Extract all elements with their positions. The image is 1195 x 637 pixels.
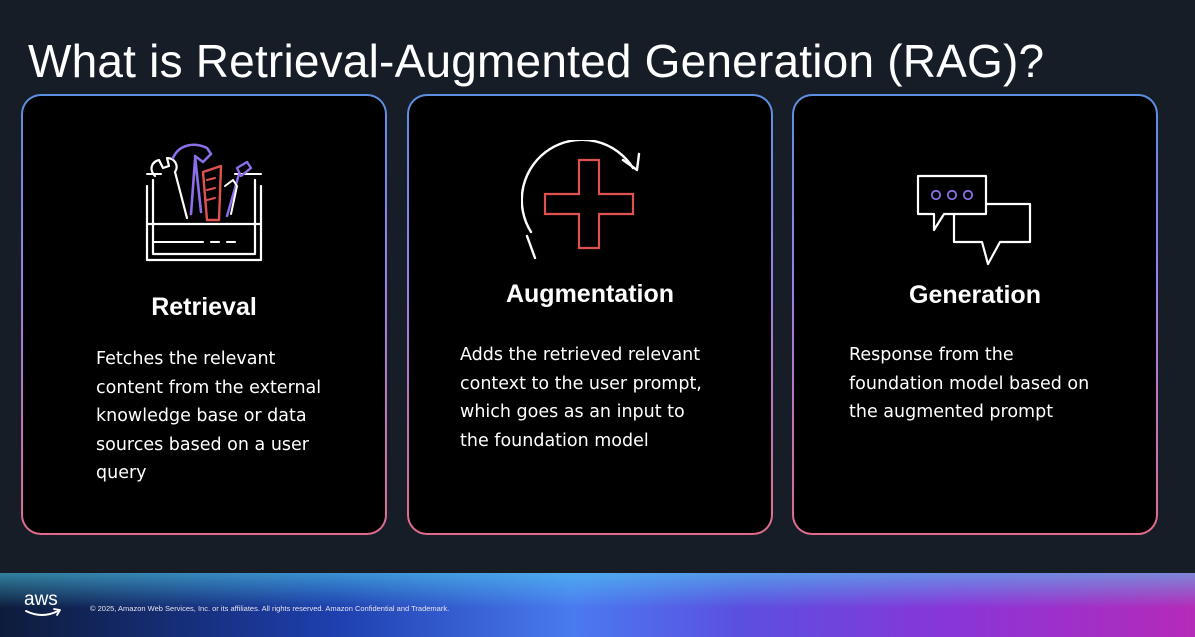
aws-logo: aws — [24, 589, 61, 616]
card-description: Adds the retrieved relevant context to t… — [460, 345, 702, 451]
card-title: Generation — [909, 281, 1041, 309]
copyright-text: © 2025, Amazon Web Services, Inc. or its… — [90, 604, 450, 613]
toolbox-icon — [145, 143, 263, 262]
slide-title: What is Retrieval-Augmented Generation (… — [28, 35, 1045, 87]
footer-bar: aws © 2025, Amazon Web Services, Inc. or… — [0, 573, 1195, 637]
generation-card: Generation Response from the foundation … — [792, 94, 1158, 535]
chat-bubbles-icon — [916, 174, 1032, 266]
retrieval-card: Retrieval Fetches the relevant content f… — [21, 94, 387, 535]
card-title: Retrieval — [151, 293, 257, 321]
aws-logo-text: aws — [24, 589, 58, 610]
card-description: Fetches the relevant content from the ex… — [96, 349, 322, 483]
augmentation-card: Augmentation Adds the retrieved relevant… — [407, 94, 773, 535]
card-description: Response from the foundation model based… — [849, 345, 1090, 422]
card-title: Augmentation — [505, 280, 675, 308]
plus-cycle-icon — [521, 140, 641, 260]
